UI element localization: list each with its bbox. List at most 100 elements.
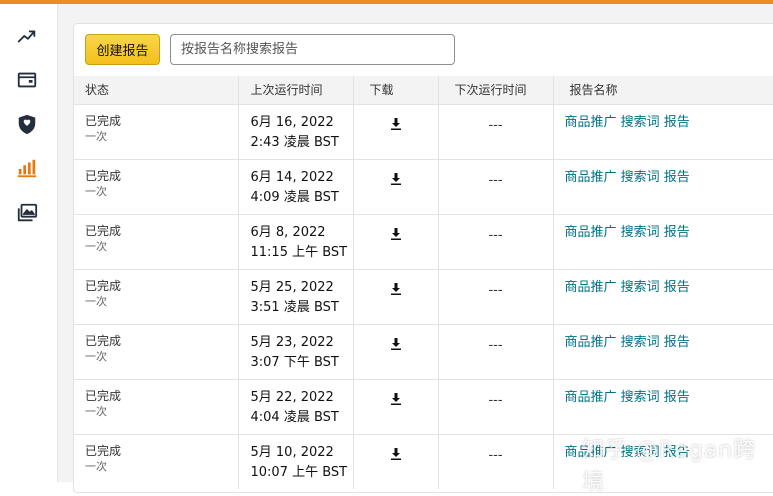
reports-panel: 创建报告 状态 上次运行时间 下载 下次运行时间 报告名称 已完成 一次 6月 … bbox=[73, 23, 773, 493]
last-run-time: 3:51 凌晨 BST bbox=[250, 299, 339, 315]
report-name-link[interactable]: 商品推广 搜索词 报告 bbox=[565, 390, 690, 405]
download-cell bbox=[353, 158, 439, 214]
next-run-text: --- bbox=[488, 172, 503, 188]
last-run-cell: 6月 8, 2022 11:15 上午 BST bbox=[238, 213, 354, 269]
frequency-text: 一次 bbox=[85, 459, 107, 473]
download-cell bbox=[353, 433, 439, 489]
download-icon[interactable] bbox=[390, 227, 402, 240]
last-run-cell: 5月 22, 2022 4:04 凌晨 BST bbox=[238, 378, 354, 434]
create-report-button[interactable]: 创建报告 bbox=[85, 34, 160, 65]
report-name-cell: 商品推广 搜索词 报告 bbox=[553, 323, 773, 379]
next-run-cell: --- bbox=[438, 158, 554, 214]
sidebar bbox=[0, 4, 58, 482]
header-next-run: 下次运行时间 bbox=[438, 76, 554, 104]
frequency-text: 一次 bbox=[85, 239, 107, 253]
report-name-link[interactable]: 商品推广 搜索词 报告 bbox=[565, 225, 690, 240]
status-cell: 已完成 一次 bbox=[74, 268, 239, 324]
frequency-text: 一次 bbox=[85, 129, 107, 143]
watermark: 知乎 @Regan跨境 bbox=[582, 438, 757, 495]
status-cell: 已完成 一次 bbox=[74, 158, 239, 214]
status-text: 已完成 bbox=[85, 388, 122, 403]
last-run-time: 4:04 凌晨 BST bbox=[250, 409, 339, 425]
frequency-text: 一次 bbox=[85, 404, 107, 418]
last-run-cell: 6月 16, 2022 2:43 凌晨 BST bbox=[238, 103, 354, 159]
header-report-name[interactable]: 报告名称 bbox=[553, 76, 773, 104]
report-name-cell: 商品推广 搜索词 报告 bbox=[553, 158, 773, 214]
last-run-date: 6月 16, 2022 bbox=[250, 114, 334, 130]
next-run-cell: --- bbox=[438, 323, 554, 379]
last-run-cell: 5月 10, 2022 10:07 上午 BST bbox=[238, 433, 354, 489]
table-row: 已完成 一次 6月 14, 2022 4:09 凌晨 BST --- 商品推广 … bbox=[74, 158, 773, 214]
download-cell bbox=[353, 103, 439, 159]
report-name-link[interactable]: 商品推广 搜索词 报告 bbox=[565, 170, 690, 185]
table-row: 已完成 一次 6月 8, 2022 11:15 上午 BST --- 商品推广 … bbox=[74, 213, 773, 269]
last-run-cell: 5月 23, 2022 3:07 下午 BST bbox=[238, 323, 354, 379]
next-run-cell: --- bbox=[438, 268, 554, 324]
last-run-date: 5月 23, 2022 bbox=[250, 334, 334, 350]
last-run-date: 5月 25, 2022 bbox=[250, 279, 334, 295]
download-cell bbox=[353, 268, 439, 324]
next-run-cell: --- bbox=[438, 103, 554, 159]
table-row: 已完成 一次 5月 22, 2022 4:04 凌晨 BST --- 商品推广 … bbox=[74, 378, 773, 434]
last-run-cell: 5月 25, 2022 3:51 凌晨 BST bbox=[238, 268, 354, 324]
status-cell: 已完成 一次 bbox=[74, 213, 239, 269]
trend-chart-icon[interactable] bbox=[15, 24, 39, 48]
frequency-text: 一次 bbox=[85, 349, 107, 363]
download-cell bbox=[353, 323, 439, 379]
last-run-date: 6月 8, 2022 bbox=[250, 224, 326, 240]
report-name-link[interactable]: 商品推广 搜索词 报告 bbox=[565, 335, 690, 350]
last-run-cell: 6月 14, 2022 4:09 凌晨 BST bbox=[238, 158, 354, 214]
last-run-date: 5月 10, 2022 bbox=[250, 444, 334, 460]
report-name-link[interactable]: 商品推广 搜索词 报告 bbox=[565, 115, 690, 130]
download-icon[interactable] bbox=[390, 447, 402, 460]
header-last-run[interactable]: 上次运行时间 bbox=[238, 76, 354, 104]
last-run-date: 6月 14, 2022 bbox=[250, 169, 334, 185]
image-gallery-icon[interactable] bbox=[15, 201, 39, 225]
download-icon[interactable] bbox=[390, 117, 402, 130]
next-run-text: --- bbox=[488, 392, 503, 408]
download-icon[interactable] bbox=[390, 172, 402, 185]
report-name-link[interactable]: 商品推广 搜索词 报告 bbox=[565, 280, 690, 295]
report-name-cell: 商品推广 搜索词 报告 bbox=[553, 213, 773, 269]
last-run-time: 4:09 凌晨 BST bbox=[250, 189, 339, 205]
table-row: 已完成 一次 5月 25, 2022 3:51 凌晨 BST --- 商品推广 … bbox=[74, 268, 773, 324]
report-name-cell: 商品推广 搜索词 报告 bbox=[553, 378, 773, 434]
download-cell bbox=[353, 213, 439, 269]
next-run-cell: --- bbox=[438, 433, 554, 489]
table-header-row: 状态 上次运行时间 下载 下次运行时间 报告名称 bbox=[74, 76, 773, 104]
wallet-icon[interactable] bbox=[15, 68, 39, 92]
next-run-text: --- bbox=[488, 117, 503, 133]
frequency-text: 一次 bbox=[85, 294, 107, 308]
report-name-cell: 商品推广 搜索词 报告 bbox=[553, 103, 773, 159]
next-run-cell: --- bbox=[438, 213, 554, 269]
table-row: 已完成 一次 5月 23, 2022 3:07 下午 BST --- 商品推广 … bbox=[74, 323, 773, 379]
download-icon[interactable] bbox=[390, 282, 402, 295]
shield-icon[interactable] bbox=[15, 112, 39, 136]
last-run-time: 2:43 凌晨 BST bbox=[250, 134, 339, 150]
header-download: 下载 bbox=[353, 76, 439, 104]
table-row: 已完成 一次 6月 16, 2022 2:43 凌晨 BST --- 商品推广 … bbox=[74, 103, 773, 159]
next-run-text: --- bbox=[488, 227, 503, 243]
header-status[interactable]: 状态 bbox=[74, 76, 239, 104]
next-run-cell: --- bbox=[438, 378, 554, 434]
status-text: 已完成 bbox=[85, 278, 122, 293]
next-run-text: --- bbox=[488, 337, 503, 353]
last-run-time: 10:07 上午 BST bbox=[250, 464, 348, 480]
status-cell: 已完成 一次 bbox=[74, 433, 239, 489]
last-run-date: 5月 22, 2022 bbox=[250, 389, 334, 405]
frequency-text: 一次 bbox=[85, 184, 107, 198]
reports-table: 状态 上次运行时间 下载 下次运行时间 报告名称 已完成 一次 6月 16, 2… bbox=[74, 76, 773, 489]
download-icon[interactable] bbox=[390, 337, 402, 350]
status-cell: 已完成 一次 bbox=[74, 378, 239, 434]
status-text: 已完成 bbox=[85, 333, 122, 348]
report-name-cell: 商品推广 搜索词 报告 bbox=[553, 268, 773, 324]
status-text: 已完成 bbox=[85, 168, 122, 183]
search-input[interactable] bbox=[170, 34, 455, 65]
bar-chart-icon[interactable] bbox=[15, 156, 39, 180]
status-text: 已完成 bbox=[85, 223, 122, 238]
status-text: 已完成 bbox=[85, 443, 122, 458]
last-run-time: 11:15 上午 BST bbox=[250, 244, 348, 260]
download-icon[interactable] bbox=[390, 392, 402, 405]
download-cell bbox=[353, 378, 439, 434]
status-cell: 已完成 一次 bbox=[74, 103, 239, 159]
